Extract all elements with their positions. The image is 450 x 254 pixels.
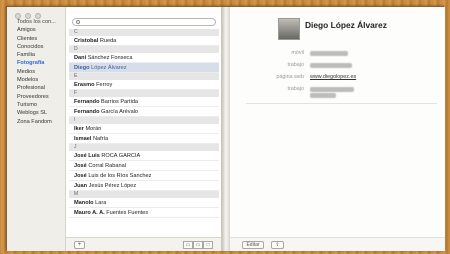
group-item[interactable]: Amigos — [7, 26, 65, 34]
contact-first-name: Diego — [74, 65, 90, 71]
field-label: página web — [276, 74, 304, 80]
contact-full-name: Diego López Álvarez — [305, 20, 387, 30]
field-mobile: móvil — [240, 50, 435, 58]
contact-row[interactable]: Fernando Barrios Partida — [69, 97, 219, 107]
contact-first-name: Erasmo — [74, 82, 95, 88]
share-button[interactable]: ⇪ — [271, 241, 284, 249]
contact-last-name: ROCA GARCIA — [101, 153, 141, 159]
group-item[interactable]: Modelos — [7, 76, 65, 84]
contact-row[interactable]: Mauro A. A. Fuentes Fuentes — [69, 208, 219, 218]
names-column: C Cristobal Rueda D Dani Sánchez Fonseca Die… — [66, 7, 222, 251]
contacts-window: Todos los con... Amigos Clientes Conocidos F… — [6, 6, 445, 251]
website-link[interactable]: www.diegolopez.es — [310, 74, 356, 80]
share-icon: ⇪ — [275, 242, 280, 248]
blurred-value — [310, 63, 352, 68]
contact-first-name: Dani — [74, 55, 87, 61]
contact-first-name: Fernando — [74, 109, 100, 115]
card-view-icon[interactable]: ▭ — [183, 241, 193, 249]
contact-first-name: Mauro A. A. — [74, 210, 105, 216]
contact-last-name: Ferroy — [96, 82, 113, 88]
contact-row[interactable]: Cristobal Rueda — [69, 36, 219, 46]
groups-sidebar: Todos los con... Amigos Clientes Conocidos F… — [7, 7, 66, 251]
contact-first-name: Fernando — [74, 99, 100, 105]
contact-detail-page: Diego López Álvarez móvil trabajo página… — [230, 7, 445, 251]
contact-last-name: Fuentes Fuentes — [106, 210, 149, 216]
contact-row[interactable]: Ismael Nafría — [69, 134, 219, 144]
contact-list: C Cristobal Rueda D Dani Sánchez Fonseca Die… — [69, 29, 219, 218]
view-toggle-group: ▭ ▭ □ — [183, 241, 213, 249]
contact-last-name: García Arévalo — [101, 109, 139, 115]
section-header: F — [69, 90, 219, 97]
contact-first-name: Iker — [74, 126, 84, 132]
group-item[interactable]: Fotografía — [7, 59, 65, 67]
contact-row[interactable]: José Corral Rabanal — [69, 161, 219, 171]
contact-first-name: Manolo — [74, 200, 94, 206]
contact-first-name: José — [74, 163, 87, 169]
blurred-value — [310, 93, 336, 98]
contact-first-name: Juan — [74, 183, 88, 189]
contact-row[interactable]: Diego López Álvarez — [69, 63, 219, 73]
contact-row[interactable]: Juan Jesús Pérez López — [69, 181, 219, 191]
blurred-value — [310, 87, 354, 92]
group-item[interactable]: Turismo — [7, 101, 65, 109]
names-footer: + ▭ ▭ □ — [66, 237, 221, 251]
section-header: J — [69, 144, 219, 151]
divider — [246, 103, 437, 104]
contact-row[interactable]: José Luis de los Ríos Sanchez — [69, 171, 219, 181]
contact-first-name: José Luis — [74, 153, 100, 159]
group-item[interactable]: Medios — [7, 68, 65, 76]
add-contact-button[interactable]: + — [74, 241, 85, 249]
section-header: C — [69, 29, 219, 36]
search-icon — [76, 20, 80, 24]
contact-last-name: Luis de los Ríos Sanchez — [88, 173, 152, 179]
blurred-value — [310, 51, 348, 56]
section-header: D — [69, 46, 219, 53]
contact-row[interactable]: Erasmo Ferroy — [69, 80, 219, 90]
contact-last-name: Morán — [85, 126, 102, 132]
contact-last-name: Jesús Pérez López — [88, 183, 137, 189]
group-item[interactable]: Zona Fandom — [7, 118, 65, 126]
contact-row[interactable]: Fernando García Arévalo — [69, 107, 219, 117]
list-view-icon[interactable]: ▭ — [193, 241, 203, 249]
field-work-address: trabajo — [240, 86, 435, 100]
contact-first-name: Cristobal — [74, 38, 99, 44]
detail-footer: Editar ⇪ — [230, 237, 445, 251]
contact-row[interactable]: Dani Sánchez Fonseca — [69, 53, 219, 63]
contact-last-name: Sánchez Fonseca — [87, 55, 133, 61]
section-header: M — [69, 191, 219, 198]
contact-last-name: Corral Rabanal — [88, 163, 126, 169]
contact-last-name: López Álvarez — [91, 65, 127, 71]
field-label: móvil — [291, 50, 304, 56]
group-all-contacts[interactable]: Todos los con... — [7, 18, 65, 26]
contact-row[interactable]: José Luis ROCA GARCIA — [69, 151, 219, 161]
avatar — [278, 18, 300, 40]
group-item[interactable]: Clientes — [7, 35, 65, 43]
group-item[interactable]: Proveedores — [7, 93, 65, 101]
contact-last-name: Barrios Partida — [101, 99, 139, 105]
field-label: trabajo — [287, 62, 304, 68]
group-item[interactable]: Weblogs SL — [7, 109, 65, 117]
edit-button[interactable]: Editar — [242, 241, 264, 249]
contact-last-name: Lara — [95, 200, 107, 206]
group-item[interactable]: Conocidos — [7, 43, 65, 51]
section-header: I — [69, 117, 219, 124]
contact-first-name: José — [74, 173, 87, 179]
contact-row[interactable]: Manolo Lara — [69, 198, 219, 208]
group-list: Todos los con... Amigos Clientes Conocidos F… — [7, 18, 65, 126]
contact-last-name: Rueda — [99, 38, 117, 44]
contact-last-name: Nafría — [92, 136, 109, 142]
field-label: trabajo — [287, 86, 304, 92]
section-header: E — [69, 73, 219, 80]
single-view-icon[interactable]: □ — [203, 241, 213, 249]
field-work-phone: trabajo — [240, 62, 435, 70]
contact-row[interactable]: Iker Morán — [69, 124, 219, 134]
field-website: página web www.diegolopez.es — [240, 74, 435, 82]
book-spine — [222, 7, 230, 251]
group-item[interactable]: Profesional — [7, 84, 65, 92]
group-item[interactable]: Familia — [7, 51, 65, 59]
search-input[interactable] — [72, 18, 216, 26]
contact-first-name: Ismael — [74, 136, 92, 142]
